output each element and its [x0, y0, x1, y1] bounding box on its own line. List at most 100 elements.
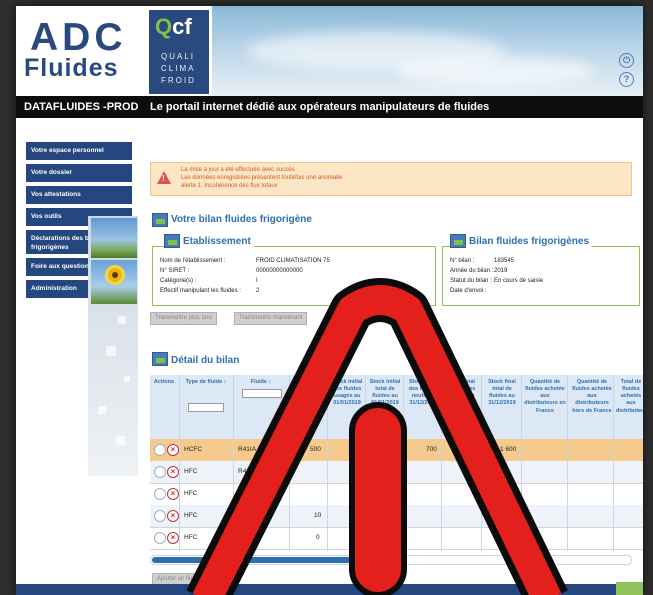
site-header: ADC Fluides Qcf QUALI CLIMA FROID ⏻ ? [16, 6, 643, 96]
footer-bar [16, 584, 643, 595]
cell-type: HCFC [184, 446, 203, 453]
cell-value: 0 [316, 534, 320, 541]
cell-value: 10 [314, 512, 322, 519]
detail-title: Détail du bilan [171, 355, 240, 366]
cell-value: 1 [352, 512, 356, 519]
edit-icon[interactable] [154, 532, 166, 544]
delete-icon[interactable]: × [167, 532, 179, 544]
cell-value: 1 600 [500, 446, 517, 453]
cell-fluide: R41IA [238, 446, 257, 453]
adc-fluides-logo[interactable]: ADC Fluides Qcf QUALI CLIMA FROID [16, 6, 212, 96]
bilan-fluides-panel [442, 246, 640, 306]
edit-icon[interactable] [154, 466, 166, 478]
delete-icon[interactable]: × [167, 466, 179, 478]
table-row[interactable]: × HFC R14 10 1 [150, 505, 643, 528]
etablissement-panel [152, 246, 436, 306]
field-value: FROID CLIMATISATION 75 [256, 258, 330, 264]
field-label: Date d'envoi : [450, 288, 487, 294]
transmit-later-button[interactable]: Transmettre plus tard [150, 312, 217, 325]
col-header: Stock initial des fluides usagés au 01/0… [331, 379, 363, 407]
delete-icon[interactable]: × [167, 510, 179, 522]
field-label: Effectif manipulant les fluides : [160, 288, 241, 294]
field-label: Nom de l'établissement : [160, 258, 226, 264]
qcf-line: FROID [161, 76, 196, 85]
field-value: En cours de saisie [494, 278, 544, 284]
table-row[interactable]: × HFC R410A [150, 461, 643, 484]
filter-fluide-input[interactable] [242, 389, 282, 398]
alert-line: Les données enregistrées présentent tout… [181, 175, 343, 181]
filter-type-input[interactable] [188, 403, 224, 412]
col-header: Stock initial total de fluides au 01/01/… [369, 379, 401, 407]
sky-cloud [396, 56, 596, 86]
field-label: N° bilan : [450, 258, 475, 264]
bilan-fluides-title: Bilan fluides frigorigènes [466, 236, 593, 247]
cell-type: HFC [184, 468, 198, 475]
transmit-now-button[interactable]: Transmettre maintenant [234, 312, 308, 325]
delete-icon[interactable]: × [167, 444, 179, 456]
col-header: Stock final total de fluides au 31/12/20… [488, 379, 516, 407]
cell-fluide: R404A [238, 490, 258, 497]
alert-line: La mise à jour a été effectuée avec succ… [181, 167, 295, 173]
table-row[interactable]: × HFC R404A [150, 483, 643, 506]
cell-value: 1 [348, 446, 352, 453]
cell-type: HFC [184, 534, 198, 541]
warning-alert: ! La mise à jour a été effectuée avec su… [150, 162, 632, 196]
app-name: DATAFLUIDES -PROD [24, 101, 139, 113]
sunflower-center [112, 272, 118, 278]
edit-icon[interactable] [154, 488, 166, 500]
col-header: Stock final des fluides neufs au 31/12/2… [408, 379, 438, 407]
cell-type: HFC [184, 512, 198, 519]
cell-type: HFC [184, 490, 198, 497]
field-value: 183545 [494, 258, 515, 264]
browser-page: ADC Fluides Qcf QUALI CLIMA FROID ⏻ ? DA… [16, 6, 643, 595]
field-label: Année du bilan : [450, 268, 494, 274]
edit-icon[interactable] [154, 510, 166, 522]
etablissement-title: Etablissement [180, 236, 254, 247]
alert-line: alerte 1: Incohérence des flux totaux [181, 183, 278, 189]
table-header: Actions Type de fluide ↕ Fluide ↕ Stock … [150, 375, 643, 439]
report-icon [152, 352, 168, 366]
report-icon [450, 234, 466, 248]
qcf-line: QUALI [161, 52, 196, 61]
col-header: Total de fluides achetés aux distributeu… [616, 379, 643, 414]
col-header: Quantité de fluides achetée aux distribu… [524, 379, 566, 414]
power-icon[interactable]: ⏻ [619, 53, 634, 68]
col-header-type[interactable]: Type de fluide ↕ [182, 379, 230, 386]
qcf-mark: Qcf [155, 14, 192, 39]
col-header-fluide[interactable]: Fluide ↕ [236, 379, 286, 386]
field-label: N° SIRET : [160, 268, 190, 274]
field-value: 00000000000000 [256, 268, 303, 274]
qcf-line: CLIMA [161, 64, 196, 73]
sidebar-item-attestations[interactable]: Vos attestations [26, 186, 132, 204]
field-label: Statut du bilan : [450, 278, 492, 284]
edit-icon[interactable] [154, 444, 166, 456]
sidebar-item-dossier[interactable]: Votre dossier [26, 164, 132, 182]
bilan-title: Votre bilan fluides frigorigène [171, 214, 312, 225]
logo-fluides-text: Fluides [24, 54, 119, 82]
col-header: Quantité de fluides achetée aux distribu… [572, 379, 612, 414]
horizontal-scrollbar[interactable] [150, 555, 632, 565]
sidebar-item-espace-personnel[interactable]: Votre espace personnel [26, 142, 132, 160]
col-header: Stock final des fluides usagés au 31/12/… [446, 379, 476, 407]
scrollbar-thumb[interactable] [152, 557, 372, 563]
table-row[interactable]: × HCFC R41IA 500 1 700 1 600 [150, 439, 643, 462]
field-value: 2019 [494, 268, 508, 274]
cell-fluide: R410A [238, 468, 258, 475]
delete-icon[interactable]: × [167, 488, 179, 500]
portal-tagline: Le portail internet dédié aux opérateurs… [150, 101, 490, 113]
field-value: I [256, 278, 258, 284]
table-row[interactable]: × HFC 0 [150, 527, 643, 550]
report-icon [164, 234, 180, 248]
field-label: Catégorie(s) : [160, 278, 197, 284]
col-header-actions: Actions [153, 379, 175, 385]
main-content: ! La mise à jour a été effectuée avec su… [138, 118, 643, 588]
col-header: Stock initial des fluides neufs au 01/01… [293, 379, 325, 407]
cell-fluide: R14 [238, 512, 250, 519]
help-icon[interactable]: ? [619, 72, 634, 87]
cell-value: 500 [310, 446, 321, 453]
landscape-photo [91, 218, 137, 258]
report-icon [152, 213, 168, 227]
field-value: 2 [256, 288, 260, 294]
qualiclimafroid-logo: Qcf QUALI CLIMA FROID [149, 10, 209, 94]
title-bar: DATAFLUIDES -PROD Le portail internet dé… [16, 96, 643, 118]
